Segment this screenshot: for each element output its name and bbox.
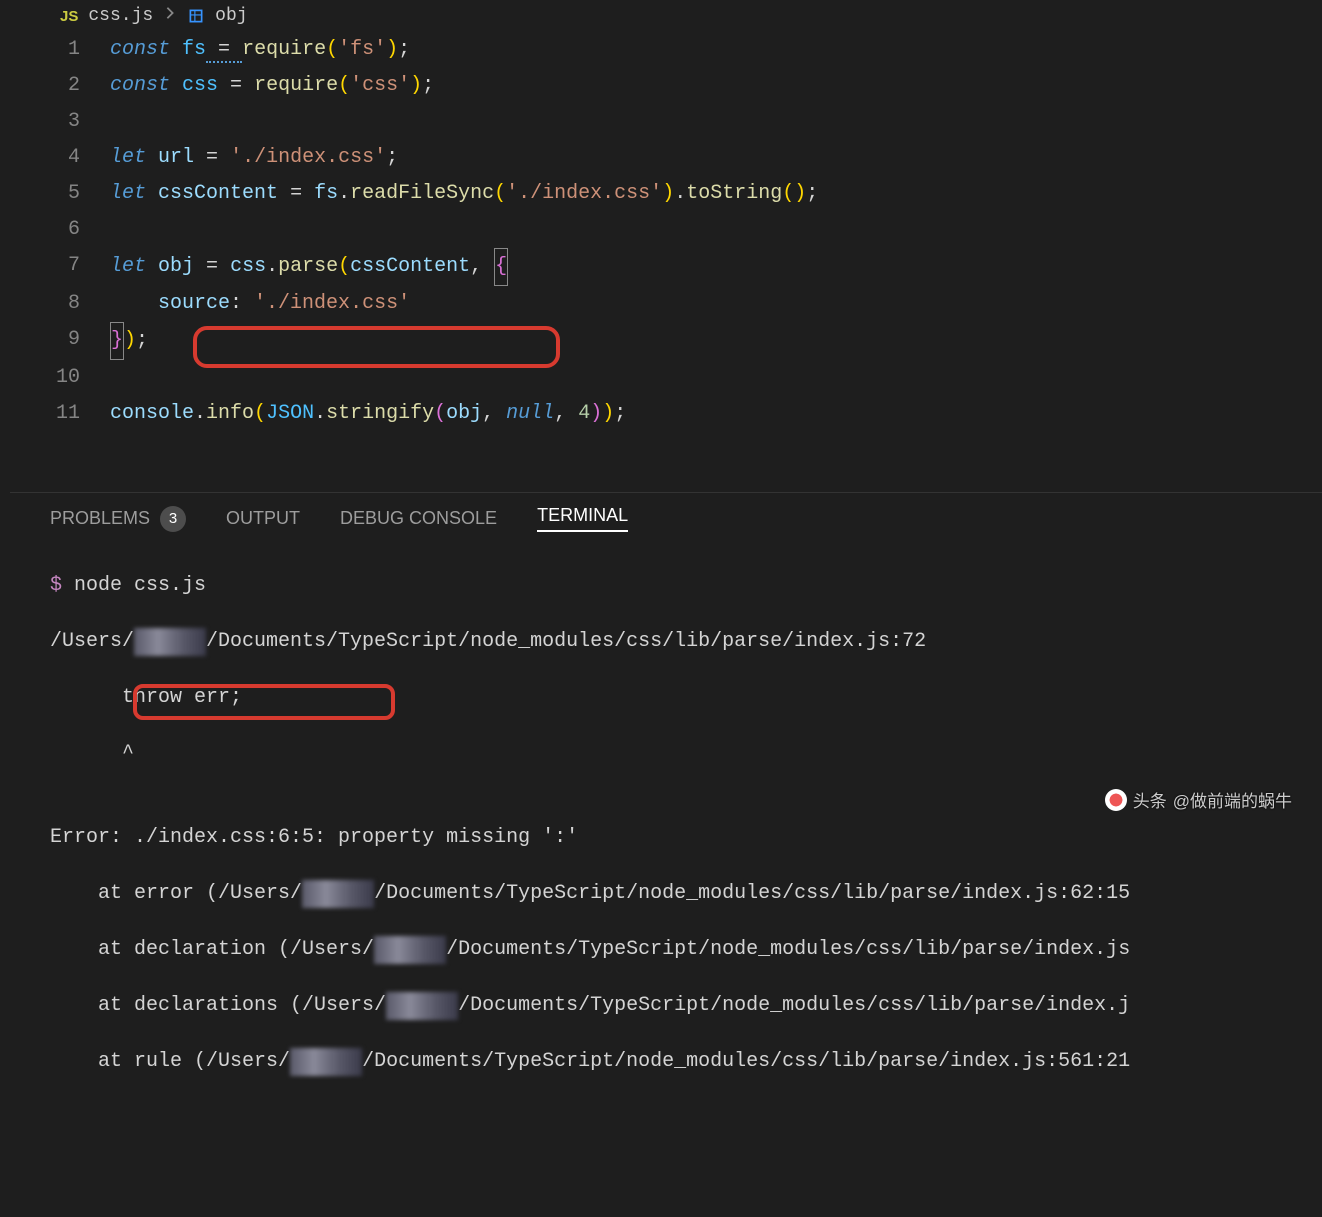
tab-label: DEBUG CONSOLE: [340, 508, 497, 529]
annotation-highlight: [193, 326, 560, 368]
tab-label: PROBLEMS: [50, 508, 150, 529]
watermark: 头条@做前端的蜗牛: [1105, 787, 1292, 812]
tab-label: TERMINAL: [537, 505, 628, 526]
line-number: 10: [0, 360, 110, 396]
line-number: 1: [0, 32, 110, 68]
line-number: 4: [0, 140, 110, 176]
tab-output[interactable]: OUTPUT: [226, 508, 300, 529]
terminal-prompt: $: [50, 574, 62, 597]
tab-terminal[interactable]: TERMINAL: [537, 505, 628, 532]
line-number: 8: [0, 286, 110, 322]
redacted-username: xxxxxx: [290, 1048, 362, 1076]
error-location: ./index.css:6:5:: [134, 826, 326, 849]
code-line[interactable]: 5 let cssContent = fs.readFileSync('./in…: [0, 176, 1322, 212]
code-line[interactable]: 11 console.info(JSON.stringify(obj, null…: [0, 396, 1322, 432]
redacted-username: xxxxxx: [386, 992, 458, 1020]
code-line[interactable]: 8 source: './index.css': [0, 286, 1322, 322]
symbol-object-icon: [187, 7, 205, 25]
breadcrumb-symbol[interactable]: obj: [215, 6, 247, 26]
tab-problems[interactable]: PROBLEMS 3: [50, 506, 186, 532]
redacted-username: xxxxxx: [302, 880, 374, 908]
chevron-right-icon: [163, 6, 177, 26]
code-line[interactable]: 6: [0, 212, 1322, 248]
code-line[interactable]: 4 let url = './index.css';: [0, 140, 1322, 176]
breadcrumb-file[interactable]: css.js: [88, 6, 153, 26]
js-file-icon: JS: [60, 8, 78, 25]
code-line[interactable]: 7 let obj = css.parse(cssContent, {: [0, 248, 1322, 286]
tab-label: OUTPUT: [226, 508, 300, 529]
line-number: 11: [0, 396, 110, 432]
line-number: 6: [0, 212, 110, 248]
code-line[interactable]: 2 const css = require('css');: [0, 68, 1322, 104]
problems-count-badge: 3: [160, 506, 186, 532]
redacted-username: xxxxxx: [374, 936, 446, 964]
code-line[interactable]: 3: [0, 104, 1322, 140]
line-number: 5: [0, 176, 110, 212]
watermark-icon: [1105, 789, 1127, 811]
code-line[interactable]: 1 const fs = require('fs');: [0, 32, 1322, 68]
line-number: 2: [0, 68, 110, 104]
panel-tabs: PROBLEMS 3 OUTPUT DEBUG CONSOLE TERMINAL: [0, 493, 1322, 544]
tab-debug-console[interactable]: DEBUG CONSOLE: [340, 508, 497, 529]
redacted-username: xxxxxx: [134, 628, 206, 656]
terminal-output[interactable]: $ node css.js /Users/xxxxxx/Documents/Ty…: [0, 544, 1322, 1216]
bottom-panel: PROBLEMS 3 OUTPUT DEBUG CONSOLE TERMINAL…: [0, 492, 1322, 1216]
line-number: 7: [0, 248, 110, 284]
annotation-highlight: [133, 684, 395, 720]
code-editor[interactable]: 1 const fs = require('fs'); 2 const css …: [0, 32, 1322, 492]
breadcrumb: JS css.js obj: [0, 0, 1322, 32]
line-number: 3: [0, 104, 110, 140]
line-number: 9: [0, 322, 110, 358]
